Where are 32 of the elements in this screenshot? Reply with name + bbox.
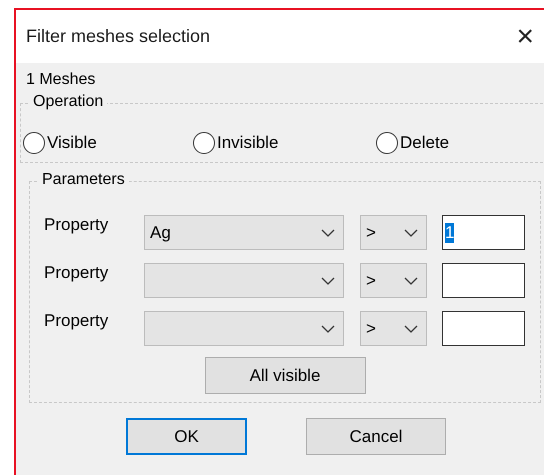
radio-button[interactable] — [193, 132, 215, 154]
ok-button[interactable]: OK — [126, 418, 247, 455]
close-button[interactable]: × — [516, 22, 534, 52]
mesh-count: 1 Meshes — [26, 71, 96, 90]
property-label: Property — [44, 263, 110, 283]
radio-button[interactable] — [376, 132, 398, 154]
radio-label: Visible — [47, 133, 97, 153]
cancel-button[interactable]: Cancel — [306, 418, 446, 455]
radio-option[interactable]: Delete — [376, 132, 496, 154]
operator-dropdown[interactable]: > — [360, 311, 427, 346]
value-field[interactable] — [442, 311, 525, 346]
value-field[interactable] — [442, 263, 525, 298]
radio-option[interactable]: Visible — [23, 132, 193, 154]
chevron-down-icon — [404, 324, 418, 332]
property-dropdown[interactable]: Ag — [144, 215, 344, 250]
property-label: Property — [44, 311, 110, 331]
window-title: Filter meshes selection — [26, 26, 210, 47]
group-title: Operation — [29, 93, 108, 111]
chevron-down-icon — [404, 276, 418, 284]
chevron-down-icon — [321, 324, 335, 332]
chevron-down-icon — [321, 276, 335, 284]
value-field[interactable]: 1 — [442, 215, 525, 250]
operator-dropdown[interactable]: > — [360, 263, 427, 298]
radio-label: Invisible — [217, 133, 278, 153]
all-visible-button[interactable]: All visible — [204, 357, 366, 394]
radio-option[interactable]: Invisible — [193, 132, 376, 154]
radio-label: Delete — [400, 133, 450, 153]
chevron-down-icon — [321, 228, 335, 236]
chevron-down-icon — [404, 228, 418, 236]
operator-dropdown[interactable]: > — [360, 215, 427, 250]
property-label: Property — [44, 215, 110, 235]
radio-button[interactable] — [23, 132, 45, 154]
